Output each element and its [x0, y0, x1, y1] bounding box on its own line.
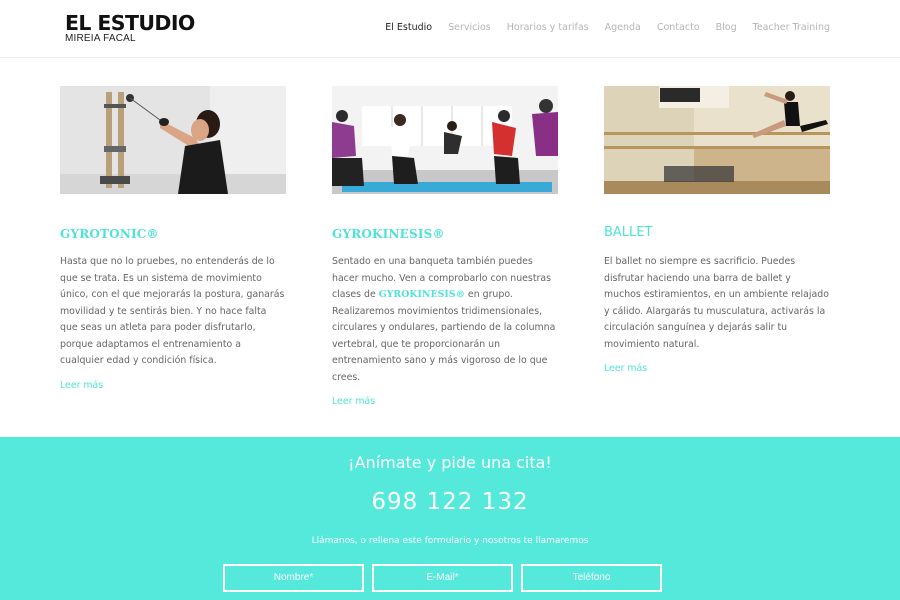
gyrokinesis-text-end: en grupo. Realizaremos movimientos tridi… — [332, 289, 556, 383]
ballet-title: BALLET — [604, 225, 653, 240]
service-ballet: BALLET El ballet no siempre es sacrifici… — [604, 86, 830, 375]
name-field[interactable]: Nombre* — [223, 564, 364, 592]
gyrotonic-description: Hasta que no lo pruebes, no entenderás d… — [60, 256, 285, 366]
email-field[interactable]: E-Mail* — [372, 564, 513, 592]
gyrokinesis-read-more-link[interactable]: Leer más — [332, 396, 375, 407]
logo-subtitle: MIREIA FACAL — [65, 33, 136, 44]
nav-blog[interactable]: Blog — [716, 22, 737, 33]
nav-contacto[interactable]: Contacto — [657, 22, 700, 33]
service-gyrotonic: GYROTONIC® Hasta que no lo pruebes, no e… — [60, 86, 286, 392]
nav-horarios-y-tarifas[interactable]: Horarios y tarifas — [507, 22, 589, 33]
gyrokinesis-photo — [332, 86, 558, 194]
nav-teacher-training[interactable]: Teacher Training — [753, 22, 830, 33]
gyrotonic-read-more-link[interactable]: Leer más — [60, 380, 103, 391]
gyrotonic-photo — [60, 86, 286, 194]
logo-title: EL ESTUDIO — [65, 11, 195, 35]
appointment-section: ¡Anímate y pide una cita! 698 122 132 Ll… — [0, 437, 900, 600]
site-logo[interactable]: EL ESTUDIO MIREIA FACAL — [65, 12, 195, 44]
ballet-read-more-link[interactable]: Leer más — [604, 363, 647, 374]
phone-number[interactable]: 698 122 132 — [0, 489, 900, 515]
phone-field[interactable]: Teléfono — [521, 564, 662, 592]
nav-agenda[interactable]: Agenda — [605, 22, 641, 33]
nav-servicios[interactable]: Servicios — [448, 22, 491, 33]
appointment-instructions: Llámanos, o rellena este formulario y no… — [311, 536, 589, 546]
appointment-title: ¡Anímate y pide una cita! — [348, 453, 552, 472]
service-gyrokinesis: GYROKINESIS® Sentado en una banqueta tam… — [332, 86, 558, 408]
gyrotonic-title: GYROTONIC® — [60, 227, 159, 241]
gyrokinesis-title: GYROKINESIS® — [332, 227, 445, 241]
gyrokinesis-description: Sentado en una banqueta también puedes h… — [332, 254, 558, 386]
nav-el-estudio[interactable]: El Estudio — [385, 22, 432, 33]
site-header: EL ESTUDIO MIREIA FACAL El Estudio Servi… — [0, 0, 900, 58]
ballet-description: El ballet no siempre es sacrificio. Pued… — [604, 256, 829, 350]
gyrokinesis-text-highlight: GYROKINESIS® — [378, 289, 465, 300]
main-nav: El Estudio Servicios Horarios y tarifas … — [385, 22, 830, 33]
ballet-photo — [604, 86, 830, 194]
